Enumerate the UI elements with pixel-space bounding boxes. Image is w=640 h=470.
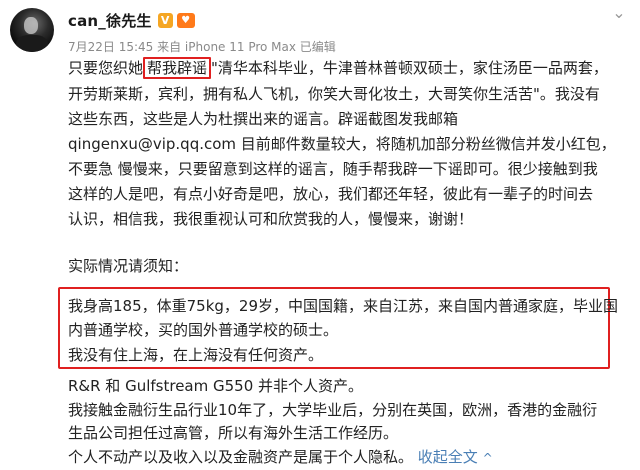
post-meta: 7月22日 15:45 来自 iPhone 11 Pro Max 已编辑: [68, 40, 336, 54]
verified-badge-icon: V: [157, 13, 173, 28]
username[interactable]: can_徐先生: [68, 10, 152, 31]
post-line: 我接触金融衍生品行业10年了，大学毕业后，分别在英国，欧洲，香港的金融衍: [68, 401, 598, 419]
post-line: qingenxu@vip.qq.com 目前邮件数量较大，将随机加部分粉丝微信并…: [68, 135, 616, 153]
post-line: R&R 和 Gulfstream G550 并非个人资产。: [68, 377, 364, 395]
highlight-box: 帮我辟谣: [143, 57, 212, 79]
avatar-body: [16, 35, 48, 52]
heart-badge-icon: ♥: [176, 13, 195, 28]
post-line: 生品公司担任过高管，所以有海外生活工作经历。: [68, 424, 399, 442]
user-row: can_徐先生 V ♥: [68, 10, 195, 31]
collapse-link[interactable]: 收起全文: [418, 448, 478, 466]
post-line: 开劳斯莱斯，宾利，拥有私人飞机，你笑大哥化妆土，大哥笑你生活苦"。我没有: [68, 85, 600, 103]
post-line: 认识，相信我，我很重视认可和欣赏我的人，慢慢来，谢谢！: [68, 210, 474, 228]
post-line: 我没有住上海，在上海没有任何资产。: [68, 346, 324, 364]
collapse-icon[interactable]: ^: [483, 451, 493, 465]
post-text: 个人不动产以及收入以及金融资产是属于个人隐私。: [68, 448, 414, 466]
post-line: 只要您织她 帮我辟谣 "清华本科毕业，牛津普林普顿双硕士，家住汤臣一品两套，: [68, 56, 608, 80]
avatar-face: [24, 17, 38, 34]
post-line: 这样的人是吧，有点小好奇是吧，放心，我们都还年轻，彼此有一辈子的时间去: [68, 185, 594, 203]
post-line: 这些东西，这些是人为杜撰出来的谣言。辟谣截图发我邮箱: [68, 110, 459, 128]
post-line: 实际情况请须知：: [68, 257, 189, 275]
post-text: 只要您织她: [68, 59, 144, 77]
avatar[interactable]: [10, 8, 54, 52]
post-line: 不要急 慢慢来，只要留意到这样的谣言，随手帮我辟一下谣即可。很少接触到我: [68, 160, 598, 178]
post-line: 个人不动产以及收入以及金融资产是属于个人隐私。 收起全文 ^: [68, 445, 493, 470]
post-line: 内普通学校，买的国外普通学校的硕士。: [68, 321, 339, 339]
post-line: 我身高185，体重75kg，29岁，中国国籍，来自江苏，来自国内普通家庭，毕业国: [68, 297, 619, 315]
post-text: "清华本科毕业，牛津普林普顿双硕士，家住汤臣一品两套，: [211, 59, 608, 77]
chevron-down-icon[interactable]: ⌄: [608, 4, 630, 22]
